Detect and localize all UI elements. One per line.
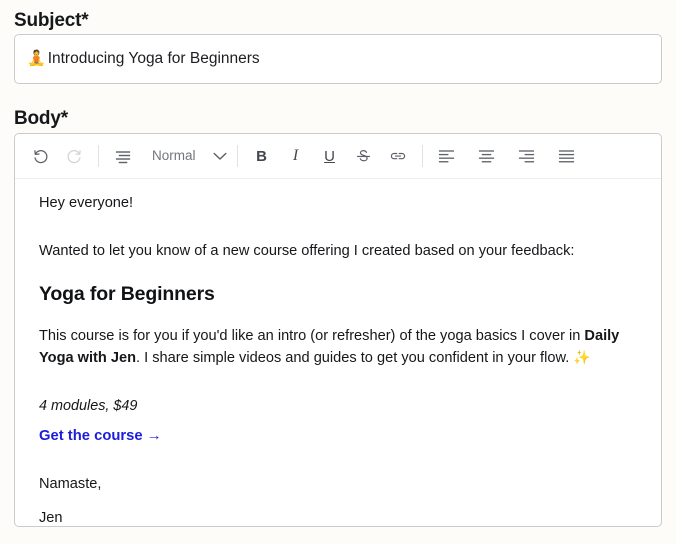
text-style-value: Normal <box>152 148 196 164</box>
bold-label: B <box>256 147 267 165</box>
toolbar-divider <box>98 145 99 167</box>
body-signoff: Namaste, <box>39 476 102 493</box>
body-text-area[interactable]: Hey everyone! Wanted to let you know of … <box>15 179 661 526</box>
toolbar-divider <box>421 145 423 167</box>
bold-button[interactable]: B <box>247 141 277 171</box>
undo-icon[interactable] <box>25 141 55 171</box>
body-price-line: 4 modules, $49 <box>39 398 138 415</box>
align-justify-icon[interactable] <box>552 141 582 171</box>
italic-button[interactable]: I <box>281 141 311 171</box>
paragraph-style-icon <box>108 141 138 171</box>
editor-toolbar: Normal B I U <box>15 134 661 179</box>
strikethrough-button[interactable] <box>349 141 379 171</box>
text-style-select[interactable]: Normal <box>108 141 228 171</box>
redo-icon[interactable] <box>59 141 89 171</box>
subject-value: 🧘 Introducing Yoga for Beginners <box>27 51 260 67</box>
body-heading: Yoga for Beginners <box>39 282 215 305</box>
body-description: This course is for you if you'd like an … <box>39 326 637 370</box>
body-description-part1: This course is for you if you'd like an … <box>39 327 585 344</box>
toolbar-divider <box>236 145 238 167</box>
get-the-course-link[interactable]: Get the course → <box>39 426 162 448</box>
subject-value-text: Introducing Yoga for Beginners <box>47 50 260 68</box>
italic-label: I <box>292 147 299 164</box>
body-description-part2: . I share simple videos and guides to ge… <box>136 349 574 366</box>
subject-input[interactable]: 🧘 Introducing Yoga for Beginners <box>14 34 662 84</box>
body-greeting: Hey everyone! <box>39 195 134 211</box>
body-signature: Jen <box>39 509 63 526</box>
body-intro: Wanted to let you know of a new course o… <box>39 243 575 260</box>
subject-label: Subject* <box>14 10 89 31</box>
link-icon[interactable] <box>383 141 413 171</box>
align-center-icon[interactable] <box>472 141 502 171</box>
sparkles-icon: ✨ <box>573 348 591 365</box>
underline-button[interactable]: U <box>315 141 345 171</box>
align-right-icon[interactable] <box>512 141 542 171</box>
underline-label: U <box>324 147 335 165</box>
chevron-down-icon <box>212 141 228 171</box>
body-editor: Normal B I U Hey everyone! Wanted to let… <box>14 133 662 527</box>
align-left-icon[interactable] <box>432 141 462 171</box>
body-label: Body* <box>14 108 68 129</box>
yoga-person-icon: 🧘 <box>27 50 46 68</box>
email-composer-form: Subject* 🧘 Introducing Yoga for Beginners… <box>0 0 676 544</box>
